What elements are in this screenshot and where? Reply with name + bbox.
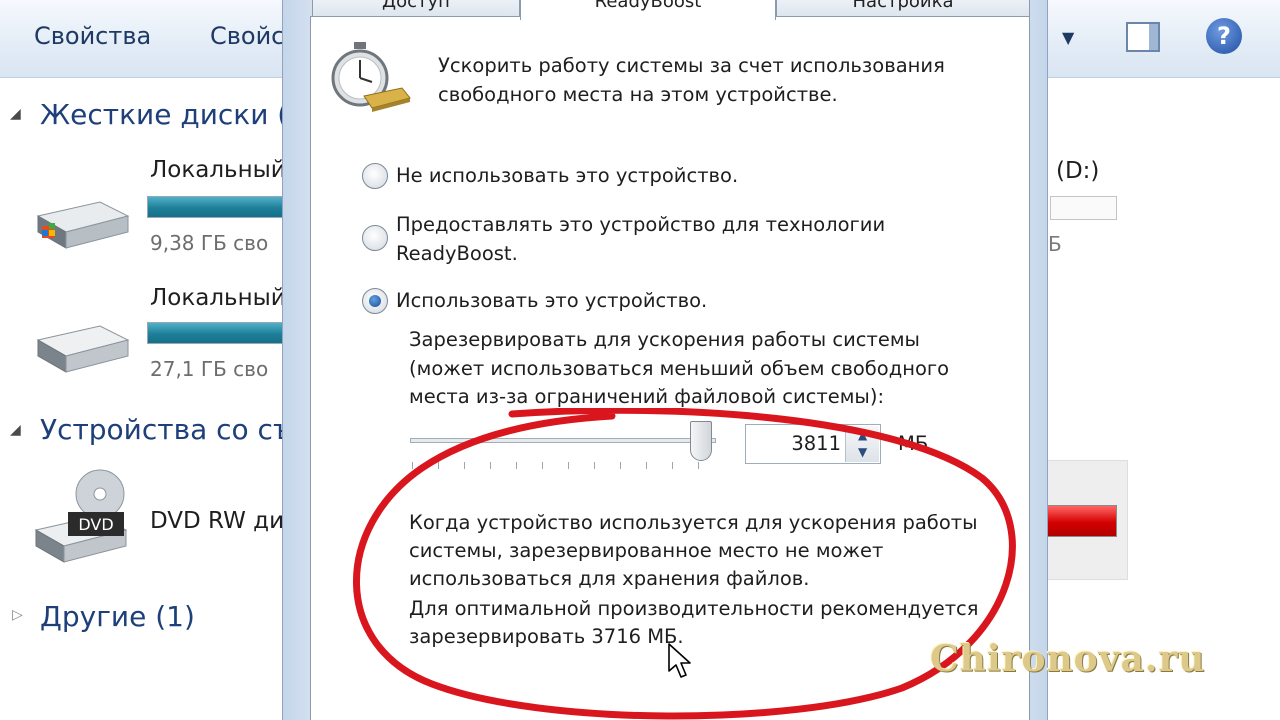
help-icon[interactable]: ? <box>1206 18 1242 54</box>
description-line-1: Ускорить работу системы за счет использо… <box>438 54 945 77</box>
radio-dedicate-readyboost[interactable] <box>362 225 388 251</box>
radio-do-not-use[interactable] <box>362 163 388 189</box>
collapse-arrow-icon[interactable]: ◢ <box>10 422 21 438</box>
reserve-text-line-2: (может использоваться меньший объем своб… <box>409 357 950 380</box>
info-text-line-2: системы, зарезервированное место не може… <box>409 539 884 562</box>
slider-tick <box>672 462 673 469</box>
info-text-line-3: использоваться для хранения файлов. <box>409 567 810 590</box>
dvd-label: DVD <box>78 515 113 534</box>
recommend-text-line-2: зарезервировать 3716 МБ. <box>409 625 684 648</box>
option-do-not-use-label[interactable]: Не использовать это устройство. <box>396 161 738 190</box>
tab-settings[interactable]: Настройка <box>776 0 1030 16</box>
group-title-hard-disks[interactable]: Жесткие диски (3 <box>40 98 306 131</box>
view-options-chevron-down-icon[interactable]: ▼ <box>1062 28 1074 47</box>
group-title-other[interactable]: Другие (1) <box>40 600 195 633</box>
drive-usage-bar <box>147 322 287 344</box>
reserve-space-unit: МБ <box>898 432 929 455</box>
reserve-text-line-3: места из-за ограничений файловой системы… <box>409 385 885 408</box>
spin-up-icon[interactable]: ▲ <box>858 428 867 442</box>
mouse-cursor-icon <box>668 643 691 678</box>
hard-drive-icon[interactable] <box>30 320 130 374</box>
spin-down-icon[interactable]: ▼ <box>858 445 867 459</box>
expand-arrow-icon[interactable]: ▷ <box>12 607 23 623</box>
drive-d-free-fragment: Б <box>1048 232 1062 256</box>
slider-tick <box>412 462 413 469</box>
slider-tick <box>516 462 517 469</box>
readyboost-stopwatch-icon <box>331 42 411 112</box>
reserve-text-line-1: Зарезервировать для ускорения работы сис… <box>409 328 920 351</box>
recommend-text-line-1: Для оптимальной производительности реком… <box>409 597 979 620</box>
reserve-space-value[interactable]: 3811 <box>745 432 841 455</box>
watermark-text: Chironova.ru <box>930 638 1206 680</box>
slider-tick <box>542 462 543 469</box>
drive-d-usage-bar <box>1050 196 1117 220</box>
drive-free-space: 9,38 ГБ сво <box>150 231 269 255</box>
reserve-space-slider-thumb[interactable] <box>690 421 712 461</box>
slider-tick <box>698 462 699 469</box>
info-text-line-1: Когда устройство используется для ускоре… <box>409 511 978 534</box>
drive-name[interactable]: Локальный <box>150 285 286 311</box>
slider-tick <box>594 462 595 469</box>
drive-name[interactable]: DVD RW ди <box>150 508 284 534</box>
group-title-removable[interactable]: Устройства со съ <box>40 413 293 446</box>
slider-tick <box>620 462 621 469</box>
drive-d-label[interactable]: (D:) <box>1056 158 1099 184</box>
system-properties-button[interactable]: Свойс <box>210 22 284 50</box>
description-line-2: свободного места на этом устройстве. <box>438 83 838 106</box>
dvd-drive-icon[interactable]: DVD <box>30 468 130 564</box>
drive-usage-bar <box>147 196 287 218</box>
slider-tick <box>464 462 465 469</box>
option-use-device-label[interactable]: Использовать это устройство. <box>396 286 707 315</box>
collapse-arrow-icon[interactable]: ◢ <box>10 106 21 122</box>
slider-tick <box>568 462 569 469</box>
radio-use-device[interactable] <box>362 288 388 314</box>
option-dedicate-label-line-2[interactable]: ReadyBoost. <box>396 239 518 268</box>
tab-access[interactable]: Доступ <box>312 0 520 16</box>
windows-drive-icon[interactable] <box>30 196 130 250</box>
slider-tick <box>646 462 647 469</box>
drive-name[interactable]: Локальный <box>150 157 286 183</box>
properties-button[interactable]: Свойства <box>34 22 151 50</box>
slider-tick <box>438 462 439 469</box>
preview-pane-icon[interactable] <box>1126 22 1160 52</box>
slider-tick <box>490 462 491 469</box>
option-dedicate-label-line-1[interactable]: Предоставлять это устройство для техноло… <box>396 210 885 239</box>
reserve-space-slider-track[interactable] <box>410 438 716 443</box>
tab-readyboost[interactable]: ReadyBoost <box>520 0 776 20</box>
drive-free-space: 27,1 ГБ сво <box>150 357 269 381</box>
